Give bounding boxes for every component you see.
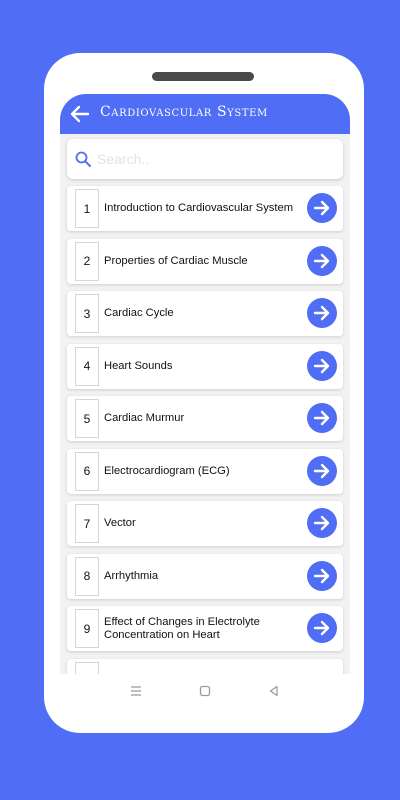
chapter-number: 7 <box>75 504 99 543</box>
chapter-title: Cardiac Murmur <box>104 412 185 424</box>
chapter-number: 6 <box>75 451 99 491</box>
open-chapter-button[interactable] <box>307 350 337 381</box>
arrow-right-icon <box>313 568 330 583</box>
chapter-title: Vector <box>104 517 136 529</box>
open-chapter-button[interactable] <box>307 245 337 276</box>
phone-speaker <box>152 72 254 81</box>
arrow-right-icon <box>313 620 330 636</box>
chapter-title: Effect of Changes in Electrolyte Concent… <box>104 615 260 641</box>
chapter-title: Heart Sounds <box>104 359 173 372</box>
open-chapter-button[interactable] <box>307 560 337 591</box>
app-screen: Cardiovascular System 1 Introduction to … <box>60 94 350 674</box>
home-square-icon[interactable] <box>198 684 212 698</box>
arrow-right-icon <box>313 200 330 216</box>
page-title: Cardiovascular System <box>100 104 268 120</box>
chapter-title: Electrocardiogram (ECG) <box>104 464 230 477</box>
chapter-row[interactable]: 6 Electrocardiogram (ECG) <box>67 448 343 494</box>
chapter-number: 2 <box>75 241 99 281</box>
chapter-row[interactable]: 1 Introduction to Cardiovascular System <box>67 186 343 231</box>
arrow-right-icon <box>313 358 330 373</box>
open-chapter-button[interactable] <box>307 403 337 433</box>
chapter-row[interactable]: 4 Heart Sounds <box>67 343 343 389</box>
chapter-number: 4 <box>75 346 99 386</box>
chapter-row-partial[interactable] <box>67 658 343 674</box>
open-chapter-button[interactable] <box>307 298 337 328</box>
chapter-row[interactable]: 8 Arrhythmia <box>67 553 343 599</box>
chapter-row[interactable]: 7 Vector <box>67 501 343 546</box>
chapter-title: Introduction to Cardiovascular System <box>104 202 294 214</box>
app-bar: Cardiovascular System <box>60 94 350 134</box>
search-input[interactable] <box>97 151 337 167</box>
open-chapter-button[interactable] <box>307 455 337 486</box>
system-nav-bar <box>60 674 350 710</box>
open-chapter-button[interactable] <box>307 193 337 223</box>
arrow-right-icon <box>313 410 330 426</box>
search-bar[interactable] <box>67 139 343 179</box>
arrow-left-icon <box>70 105 90 123</box>
chapter-number: 1 <box>75 189 99 228</box>
chapter-number: 3 <box>75 294 99 333</box>
chapter-row[interactable]: 9 Effect of Changes in Electrolyte Conce… <box>67 606 343 651</box>
back-triangle-icon[interactable] <box>267 684 281 698</box>
back-button[interactable] <box>68 103 92 125</box>
chapter-title: Cardiac Cycle <box>104 307 174 319</box>
search-icon <box>75 151 91 167</box>
arrow-right-icon <box>313 515 330 531</box>
chapter-number: 9 <box>75 609 99 648</box>
arrow-right-icon <box>313 305 330 321</box>
chapter-row[interactable]: 5 Cardiac Murmur <box>67 396 343 441</box>
chapter-row[interactable]: 3 Cardiac Cycle <box>67 291 343 336</box>
chapter-row[interactable]: 2 Properties of Cardiac Muscle <box>67 238 343 284</box>
chapter-number: 5 <box>75 399 99 438</box>
menu-icon[interactable] <box>129 684 143 698</box>
chapter-title: Arrhythmia <box>104 569 159 582</box>
arrow-right-icon <box>313 253 330 268</box>
chapter-number: 8 <box>75 556 99 596</box>
chapter-number <box>75 661 99 674</box>
chapter-title: Properties of Cardiac Muscle <box>104 254 248 267</box>
arrow-right-icon <box>313 463 330 478</box>
open-chapter-button[interactable] <box>307 613 337 643</box>
open-chapter-button[interactable] <box>307 508 337 538</box>
